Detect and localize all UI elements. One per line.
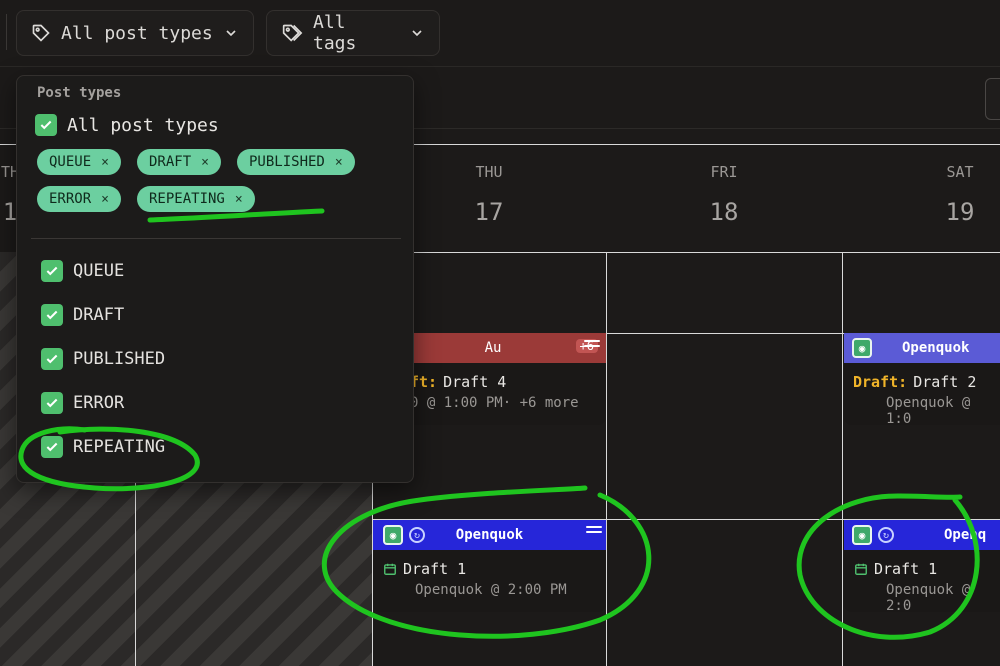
menu-icon[interactable]: [584, 340, 600, 347]
option-label: PUBLISHED: [73, 349, 166, 369]
check-icon: [40, 120, 52, 130]
chip-error: ERROR ×: [37, 186, 121, 212]
checkbox[interactable]: [41, 348, 63, 370]
chip-label: QUEUE: [49, 154, 92, 170]
all-post-types-option[interactable]: All post types: [35, 114, 219, 136]
checkbox[interactable]: [41, 260, 63, 282]
event-title-text: Draft 1: [403, 560, 467, 578]
tags-filter-label: All tags: [313, 12, 357, 54]
event-card-header: ◉ ↻ Openq: [844, 520, 1000, 550]
option-label: DRAFT: [73, 305, 125, 325]
option-draft[interactable]: DRAFT: [41, 304, 124, 326]
chevron-down-icon: [226, 30, 236, 37]
event-card-header-label: Openquok: [455, 527, 524, 543]
event-title-text: Draft 1: [874, 560, 938, 578]
post-types-filter-label: All post types: [61, 22, 213, 44]
option-repeating[interactable]: REPEATING: [41, 436, 165, 458]
all-post-types-label: All post types: [67, 114, 219, 136]
repeat-icon: ↻: [878, 527, 894, 543]
chip-label: REPEATING: [149, 191, 225, 207]
checkbox[interactable]: [35, 114, 57, 136]
calendar-column-line: [606, 252, 607, 666]
tags-filter-button[interactable]: All tags: [266, 10, 440, 56]
post-types-filter-button[interactable]: All post types: [16, 10, 254, 56]
option-label: ERROR: [73, 393, 125, 413]
toolbar-separator: [0, 66, 1000, 67]
calendar-column-line: [842, 252, 843, 666]
event-subtitle: Openquok @ 2:00 PM: [415, 582, 567, 598]
day-name: FRI: [710, 163, 738, 181]
event-title: Draft 1: [854, 560, 1000, 578]
remove-chip-icon[interactable]: ×: [235, 192, 243, 207]
option-label: REPEATING: [73, 437, 166, 457]
chip-label: ERROR: [49, 191, 92, 207]
event-subtitle: Openquok @ 2:0: [886, 582, 971, 612]
chevron-down-icon: [412, 30, 422, 37]
remove-chip-icon[interactable]: ×: [101, 155, 109, 170]
dropdown-divider: [31, 238, 401, 239]
remove-chip-icon[interactable]: ×: [101, 192, 109, 207]
checkbox[interactable]: [41, 304, 63, 326]
check-icon: [46, 354, 58, 364]
chip-draft: DRAFT ×: [137, 149, 221, 175]
check-icon: [46, 266, 58, 276]
event-card[interactable]: ◉ ↻ Openquok Draft 1 Openquok @ 2:00 PM: [373, 520, 606, 612]
draft-label: ft:: [410, 373, 438, 391]
event-card-header: ◉ Openquok: [844, 333, 1000, 363]
app-icon: ◉: [852, 338, 872, 358]
event-title: ft: Draft 4: [410, 373, 606, 391]
check-icon: [46, 310, 58, 320]
event-card[interactable]: ◉ Openquok Draft: Draft 2 Openquok @ 1:0: [844, 333, 1000, 425]
calendar-repeat-icon: [384, 563, 396, 575]
tags-icon: [282, 24, 303, 42]
event-card[interactable]: ◉ ↻ Openq Draft 1 Openquok @ 2:0: [844, 520, 1000, 612]
dropdown-heading: Post types: [37, 85, 122, 101]
option-queue[interactable]: QUEUE: [41, 260, 124, 282]
event-subtitle: Openquok @ 1:0: [886, 395, 971, 425]
event-card-header-label: Au: [484, 340, 502, 356]
calendar-repeat-icon: [855, 563, 867, 575]
day-number: 17: [474, 198, 504, 226]
post-types-dropdown: Post types All post types QUEUE × DRAFT …: [16, 75, 414, 483]
day-number: 18: [709, 198, 739, 226]
view-control[interactable]: [985, 78, 1000, 120]
chip-label: PUBLISHED: [249, 154, 325, 170]
day-name: THU: [475, 163, 503, 181]
event-title: Draft: Draft 2: [853, 373, 1000, 391]
chip-repeating: REPEATING ×: [137, 186, 255, 212]
menu-icon[interactable]: [586, 526, 602, 533]
toolbar-divider: [6, 14, 7, 50]
chip-queue: QUEUE ×: [37, 149, 121, 175]
checkbox[interactable]: [41, 392, 63, 414]
option-label: QUEUE: [73, 261, 125, 281]
event-card-header-label: Openquok: [902, 340, 970, 356]
event-title-text: Draft 2: [913, 373, 977, 391]
chip-label: DRAFT: [149, 154, 192, 170]
day-name: SAT: [946, 163, 974, 181]
check-icon: [46, 442, 58, 452]
event-card-header-label: Openq: [944, 527, 987, 543]
event-card-header: ◉ ↻ Openquok: [373, 520, 606, 550]
chip-published: PUBLISHED ×: [237, 149, 355, 175]
remove-chip-icon[interactable]: ×: [201, 155, 209, 170]
day-number: 19: [945, 198, 975, 226]
option-error[interactable]: ERROR: [41, 392, 124, 414]
draft-label: Draft:: [853, 373, 908, 391]
check-icon: [46, 398, 58, 408]
tag-icon: [32, 24, 50, 42]
option-published[interactable]: PUBLISHED: [41, 348, 165, 370]
event-title: Draft 1: [383, 560, 606, 578]
checkbox[interactable]: [41, 436, 63, 458]
remove-chip-icon[interactable]: ×: [335, 155, 343, 170]
event-subtitle: 0 @ 1:00 PM· +6 more: [410, 395, 579, 411]
event-title-text: Draft 4: [443, 373, 507, 391]
app-icon: ◉: [852, 525, 872, 545]
